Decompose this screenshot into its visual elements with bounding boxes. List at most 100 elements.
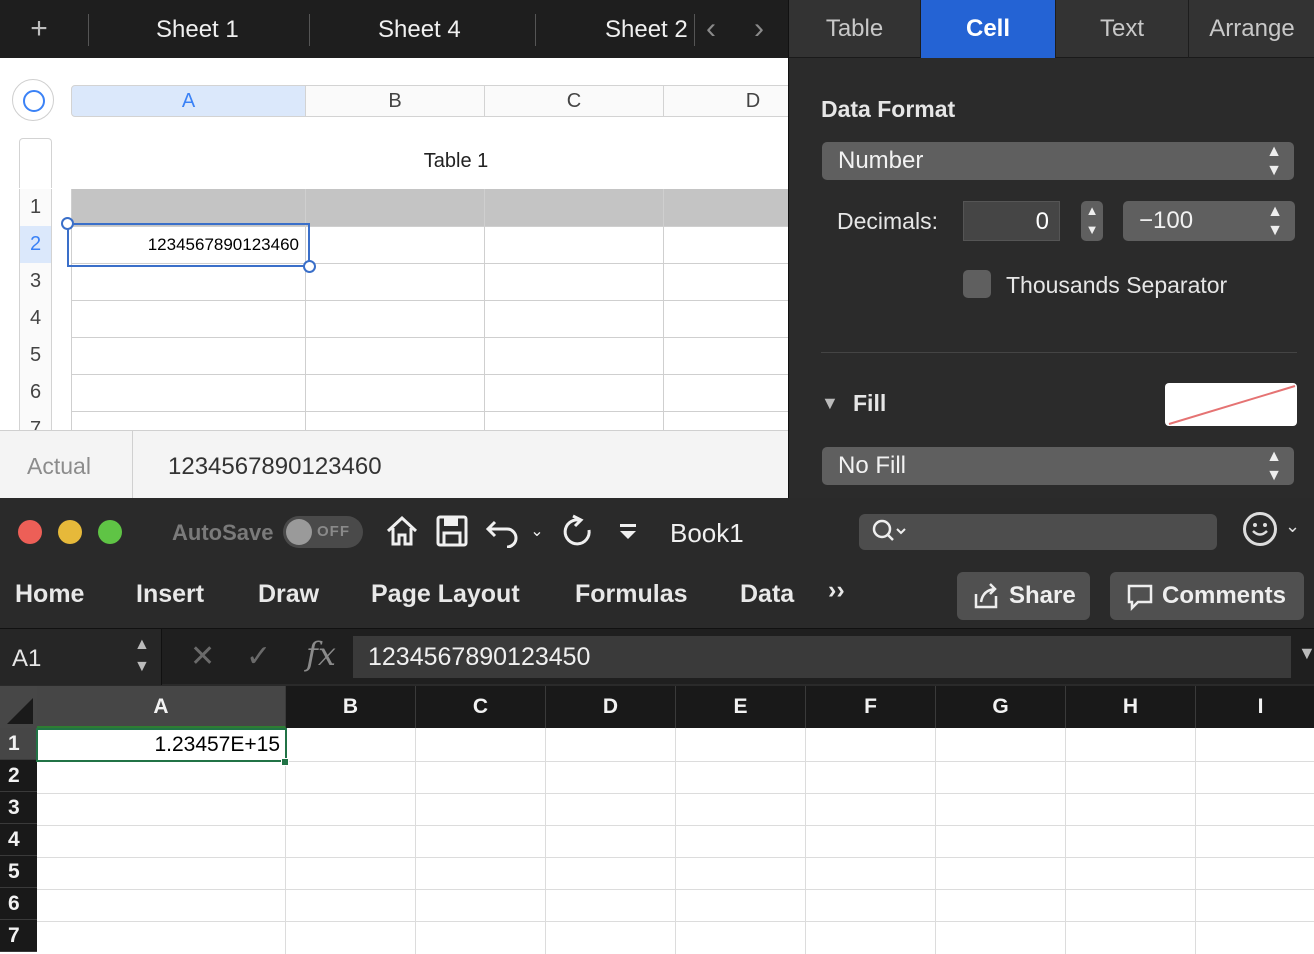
decimals-stepper[interactable]: ▲ ▼ — [1081, 201, 1103, 241]
row-header-5[interactable]: 5 — [0, 856, 37, 888]
grid-line — [663, 189, 664, 430]
fill-color-well[interactable] — [1165, 383, 1297, 426]
table-header-row[interactable] — [71, 189, 788, 226]
row-header-3[interactable]: 3 — [19, 263, 52, 300]
tab-draw[interactable]: Draw — [258, 580, 319, 609]
row-header-4[interactable]: 4 — [0, 824, 37, 856]
actual-label: Actual — [27, 453, 91, 479]
tab-cell[interactable]: Cell — [921, 0, 1056, 58]
insert-function-icon[interactable]: fx — [306, 635, 336, 673]
minimize-window-button[interactable] — [58, 520, 82, 544]
tab-sheet-4[interactable]: Sheet 4 — [378, 16, 461, 44]
tab-formulas[interactable]: Formulas — [575, 580, 688, 609]
share-button[interactable]: Share — [957, 572, 1090, 620]
close-window-button[interactable] — [18, 520, 42, 544]
more-tabs-icon[interactable]: ›› — [828, 576, 845, 605]
table-title[interactable]: Table 1 — [71, 150, 788, 173]
select-all-button[interactable] — [0, 686, 37, 728]
column-header-i[interactable]: I — [1196, 686, 1314, 728]
row-header-6[interactable]: 6 — [0, 888, 37, 920]
zoom-window-button[interactable] — [98, 520, 122, 544]
chevron-down-icon[interactable]: ⌄ — [1285, 516, 1300, 537]
data-format-select[interactable]: Number ▲ ▼ — [822, 142, 1294, 180]
undo-menu-chevron-icon[interactable]: ⌄ — [528, 514, 546, 550]
row-header-6[interactable]: 6 — [19, 374, 52, 411]
name-box-value: A1 — [12, 645, 42, 672]
fill-handle[interactable] — [281, 758, 289, 766]
negative-format-select[interactable]: −100 ▲ ▼ — [1123, 201, 1295, 241]
excel-window: AutoSave OFF ⌄ Book1 ⌄ Home Insert Draw … — [0, 498, 1314, 954]
name-box[interactable]: A1 ▲ ▼ — [0, 629, 162, 685]
column-header-g[interactable]: G — [936, 686, 1066, 728]
redo-icon[interactable] — [559, 514, 595, 557]
tab-page-layout[interactable]: Page Layout — [371, 580, 520, 609]
column-header-a[interactable]: A — [71, 85, 306, 117]
cell-a1-value[interactable]: 1.23457E+15 — [40, 730, 280, 760]
row-header-4[interactable]: 4 — [19, 300, 52, 337]
tab-data[interactable]: Data — [740, 580, 794, 609]
tab-insert[interactable]: Insert — [136, 580, 204, 609]
toggle-knob — [286, 519, 312, 545]
tab-home[interactable]: Home — [15, 580, 84, 609]
undo-icon[interactable] — [485, 514, 521, 557]
row-header-2[interactable]: 2 — [19, 226, 52, 263]
divider — [821, 352, 1297, 353]
worksheet-grid: A B C D E F G H I 1 2 3 4 5 6 7 1.23457E… — [0, 686, 1314, 954]
screen: + Sheet 1 Sheet 4 Sheet 2 ‹ › A B C D 1 … — [0, 0, 1314, 954]
column-header-d[interactable]: D — [664, 85, 788, 117]
tab-table[interactable]: Table — [789, 0, 921, 58]
row-header-7[interactable]: 7 — [0, 920, 37, 952]
tab-separator — [309, 14, 310, 46]
row-header-1[interactable]: 1 — [19, 189, 52, 226]
disclosure-triangle-icon[interactable]: ▼ — [821, 393, 839, 414]
comments-button[interactable]: Comments — [1110, 572, 1304, 620]
expand-formula-bar-icon[interactable]: ▼ — [1298, 643, 1314, 664]
column-header-c[interactable]: C — [485, 85, 664, 117]
row-header-3[interactable]: 3 — [0, 792, 37, 824]
name-box-stepper-icon[interactable]: ▲ ▼ — [134, 634, 150, 678]
chevron-right-icon[interactable]: › — [754, 12, 764, 46]
fill-type-select[interactable]: No Fill ▲ ▼ — [822, 447, 1294, 485]
format-inspector: Table Cell Text Arrange Data Format Numb… — [788, 0, 1314, 498]
search-input[interactable] — [859, 514, 1217, 550]
selection-handle[interactable] — [303, 260, 316, 273]
column-header-a[interactable]: A — [37, 686, 286, 728]
row-header-1[interactable]: 1 — [0, 728, 37, 760]
row-header-top — [19, 138, 52, 188]
row-header-2[interactable]: 2 — [0, 760, 37, 792]
column-header-d[interactable]: D — [546, 686, 676, 728]
column-header-h[interactable]: H — [1066, 686, 1196, 728]
comments-label: Comments — [1162, 582, 1287, 609]
column-header-f[interactable]: F — [806, 686, 936, 728]
decimals-field[interactable]: 0 — [963, 201, 1060, 241]
confirm-check-icon[interactable]: ✓ — [246, 637, 271, 677]
save-icon[interactable] — [436, 514, 468, 557]
selection-handle[interactable] — [61, 217, 74, 230]
grid-line — [71, 300, 788, 301]
tab-separator — [535, 14, 536, 46]
feedback-smiley-icon[interactable] — [1243, 512, 1277, 546]
row-header-7[interactable]: 7 — [19, 411, 52, 430]
home-icon[interactable] — [384, 514, 420, 557]
chevron-left-icon[interactable]: ‹ — [706, 12, 716, 46]
column-header-b[interactable]: B — [306, 85, 485, 117]
column-header-b[interactable]: B — [286, 686, 416, 728]
cancel-icon[interactable]: ✕ — [190, 637, 215, 677]
share-label: Share — [1009, 582, 1076, 609]
column-header-c[interactable]: C — [416, 686, 546, 728]
formula-input[interactable]: 1234567890123450 — [353, 636, 1291, 678]
cell-a2-value[interactable]: 1234567890123460 — [72, 226, 299, 264]
thousands-separator-checkbox[interactable] — [963, 270, 991, 298]
tab-sheet-2[interactable]: Sheet 2 — [605, 16, 688, 44]
select-table-button[interactable] — [12, 79, 54, 121]
column-header-e[interactable]: E — [676, 686, 806, 728]
tab-text[interactable]: Text — [1056, 0, 1189, 58]
autosave-state: OFF — [317, 523, 350, 540]
add-sheet-button[interactable]: + — [22, 12, 56, 46]
tab-arrange[interactable]: Arrange — [1189, 0, 1314, 58]
autosave-toggle[interactable]: OFF — [283, 516, 363, 548]
customize-toolbar-icon[interactable] — [614, 514, 642, 560]
actual-value[interactable]: 1234567890123460 — [168, 453, 382, 481]
row-header-5[interactable]: 5 — [19, 337, 52, 374]
tab-sheet-1[interactable]: Sheet 1 — [156, 16, 239, 44]
